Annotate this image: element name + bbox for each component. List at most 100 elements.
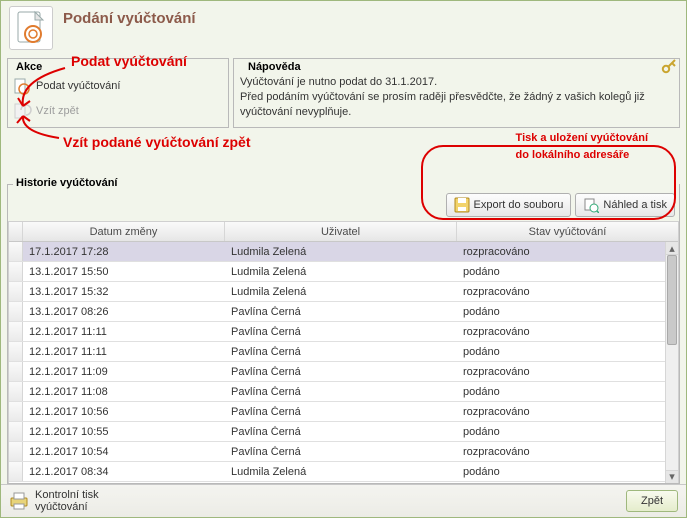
annotation-podat: Podat vyúčtování: [71, 53, 187, 69]
cell-date: 12.1.2017 11:11: [23, 346, 225, 358]
history-panel: Historie vyúčtování Export do souboru Ná…: [7, 184, 680, 484]
annotation-export: Tisk a uložení vyúčtování do lokálního a…: [516, 128, 648, 162]
cell-user: Ludmila Zelená: [225, 246, 457, 258]
cell-date: 12.1.2017 10:56: [23, 406, 225, 418]
dialog-window: Podání vyúčtování Podat vyúčtování Akce …: [0, 0, 687, 518]
table-row[interactable]: 13.1.2017 15:50Ludmila Zelenápodáno: [9, 262, 665, 282]
help-line2: Před podáním vyúčtování se prosím raději…: [240, 91, 645, 118]
table-row[interactable]: 12.1.2017 10:56Pavlína Černározpracováno: [9, 402, 665, 422]
col-rownum: [9, 222, 23, 241]
print-button-label: Náhled a tisk: [603, 199, 667, 211]
row-handle: [9, 342, 23, 361]
footer-print-label: Kontrolní tisk vyúčtování: [35, 489, 115, 513]
history-toolbar: Export do souboru Náhled a tisk: [8, 189, 679, 221]
scroll-thumb[interactable]: [667, 255, 677, 345]
table-row[interactable]: 12.1.2017 11:11Pavlína Černápodáno: [9, 342, 665, 362]
action-submit-label: Podat vyúčtování: [36, 80, 120, 92]
table-row[interactable]: 13.1.2017 15:32Ludmila Zelenározpracován…: [9, 282, 665, 302]
cell-user: Pavlína Černá: [225, 366, 457, 378]
row-handle: [9, 242, 23, 261]
row-handle: [9, 422, 23, 441]
row-handle: [9, 402, 23, 421]
grid-body: 17.1.2017 17:28Ludmila Zelenározpracován…: [9, 242, 678, 483]
cell-date: 13.1.2017 15:32: [23, 286, 225, 298]
col-state[interactable]: Stav vyúčtování: [457, 222, 678, 241]
cell-user: Pavlína Černá: [225, 326, 457, 338]
grid-header: Datum změny Uživatel Stav vyúčtování: [9, 222, 678, 242]
table-row[interactable]: 17.1.2017 17:28Ludmila Zelenározpracován…: [9, 242, 665, 262]
annotation-export-l1: Tisk a uložení vyúčtování: [516, 132, 648, 144]
cell-date: 13.1.2017 15:50: [23, 266, 225, 278]
cell-state: podáno: [457, 466, 665, 478]
row-handle: [9, 362, 23, 381]
table-row[interactable]: 12.1.2017 11:11Pavlína Černározpracováno: [9, 322, 665, 342]
row-handle: [9, 302, 23, 321]
cell-user: Ludmila Zelená: [225, 266, 457, 278]
submit-icon: [12, 76, 32, 96]
cell-user: Pavlína Černá: [225, 426, 457, 438]
cell-state: rozpracováno: [457, 446, 665, 458]
print-preview-icon: [583, 197, 599, 213]
export-button[interactable]: Export do souboru: [446, 193, 572, 217]
cell-state: rozpracováno: [457, 286, 665, 298]
cell-date: 12.1.2017 10:54: [23, 446, 225, 458]
cell-state: podáno: [457, 346, 665, 358]
cell-date: 12.1.2017 11:09: [23, 366, 225, 378]
annotation-undo: Vzít podané vyúčtování zpět: [63, 134, 250, 150]
table-row[interactable]: 12.1.2017 08:34Ludmila Zelenápodáno: [9, 462, 665, 482]
row-handle: [9, 322, 23, 341]
cell-date: 12.1.2017 11:08: [23, 386, 225, 398]
annotation-export-l2: do lokálního adresáře: [516, 149, 630, 161]
table-row[interactable]: 12.1.2017 10:54Pavlína Černározpracováno: [9, 442, 665, 462]
action-undo: Vzít zpět: [8, 98, 228, 123]
help-text: Vyúčtování je nutno podat do 31.1.2017. …: [240, 73, 673, 120]
table-row[interactable]: 12.1.2017 10:55Pavlína Černápodáno: [9, 422, 665, 442]
table-row[interactable]: 12.1.2017 11:08Pavlína Černápodáno: [9, 382, 665, 402]
cell-user: Pavlína Černá: [225, 306, 457, 318]
help-panel-title: Nápověda: [245, 61, 304, 73]
export-button-label: Export do souboru: [474, 199, 564, 211]
row-handle: [9, 462, 23, 481]
row-handle: [9, 442, 23, 461]
cell-date: 12.1.2017 10:55: [23, 426, 225, 438]
print-button[interactable]: Náhled a tisk: [575, 193, 675, 217]
back-button[interactable]: Zpět: [626, 490, 678, 512]
scroll-track[interactable]: [666, 255, 678, 470]
cell-date: 12.1.2017 08:34: [23, 466, 225, 478]
cell-user: Pavlína Černá: [225, 386, 457, 398]
table-row[interactable]: 13.1.2017 08:26Pavlína Černápodáno: [9, 302, 665, 322]
cell-state: rozpracováno: [457, 326, 665, 338]
actions-panel-title: Akce: [13, 61, 45, 73]
col-user[interactable]: Uživatel: [225, 222, 457, 241]
printer-icon: [9, 491, 29, 511]
scroll-down-icon[interactable]: ▾: [666, 470, 678, 483]
action-submit[interactable]: Podat vyúčtování: [8, 73, 228, 98]
scroll-up-icon[interactable]: ▴: [666, 242, 678, 255]
history-grid: Datum změny Uživatel Stav vyúčtování 17.…: [8, 221, 679, 483]
cell-user: Pavlína Černá: [225, 346, 457, 358]
action-undo-label: Vzít zpět: [36, 105, 79, 117]
document-stamp-icon: [9, 6, 53, 50]
annotation-row: Vzít podané vyúčtování zpět Tisk a ulože…: [1, 128, 686, 184]
col-date[interactable]: Datum změny: [23, 222, 225, 241]
cell-date: 12.1.2017 11:11: [23, 326, 225, 338]
cell-state: podáno: [457, 386, 665, 398]
page-title: Podání vyúčtování: [53, 6, 196, 27]
cell-state: podáno: [457, 426, 665, 438]
footer-print-link[interactable]: Kontrolní tisk vyúčtování: [9, 489, 115, 513]
table-row[interactable]: 12.1.2017 11:09Pavlína Černározpracováno: [9, 362, 665, 382]
row-handle: [9, 262, 23, 281]
cell-state: rozpracováno: [457, 406, 665, 418]
cell-date: 13.1.2017 08:26: [23, 306, 225, 318]
cell-user: Pavlína Černá: [225, 406, 457, 418]
footer: Kontrolní tisk vyúčtování Zpět: [1, 484, 686, 517]
header: Podání vyúčtování Podat vyúčtování: [1, 1, 686, 50]
cell-state: rozpracováno: [457, 246, 665, 258]
row-handle: [9, 382, 23, 401]
row-handle: [9, 282, 23, 301]
scrollbar[interactable]: ▴ ▾: [665, 242, 678, 483]
history-panel-title: Historie vyúčtování: [13, 177, 679, 189]
cell-state: podáno: [457, 266, 665, 278]
key-icon[interactable]: [660, 57, 678, 78]
cell-user: Ludmila Zelená: [225, 286, 457, 298]
